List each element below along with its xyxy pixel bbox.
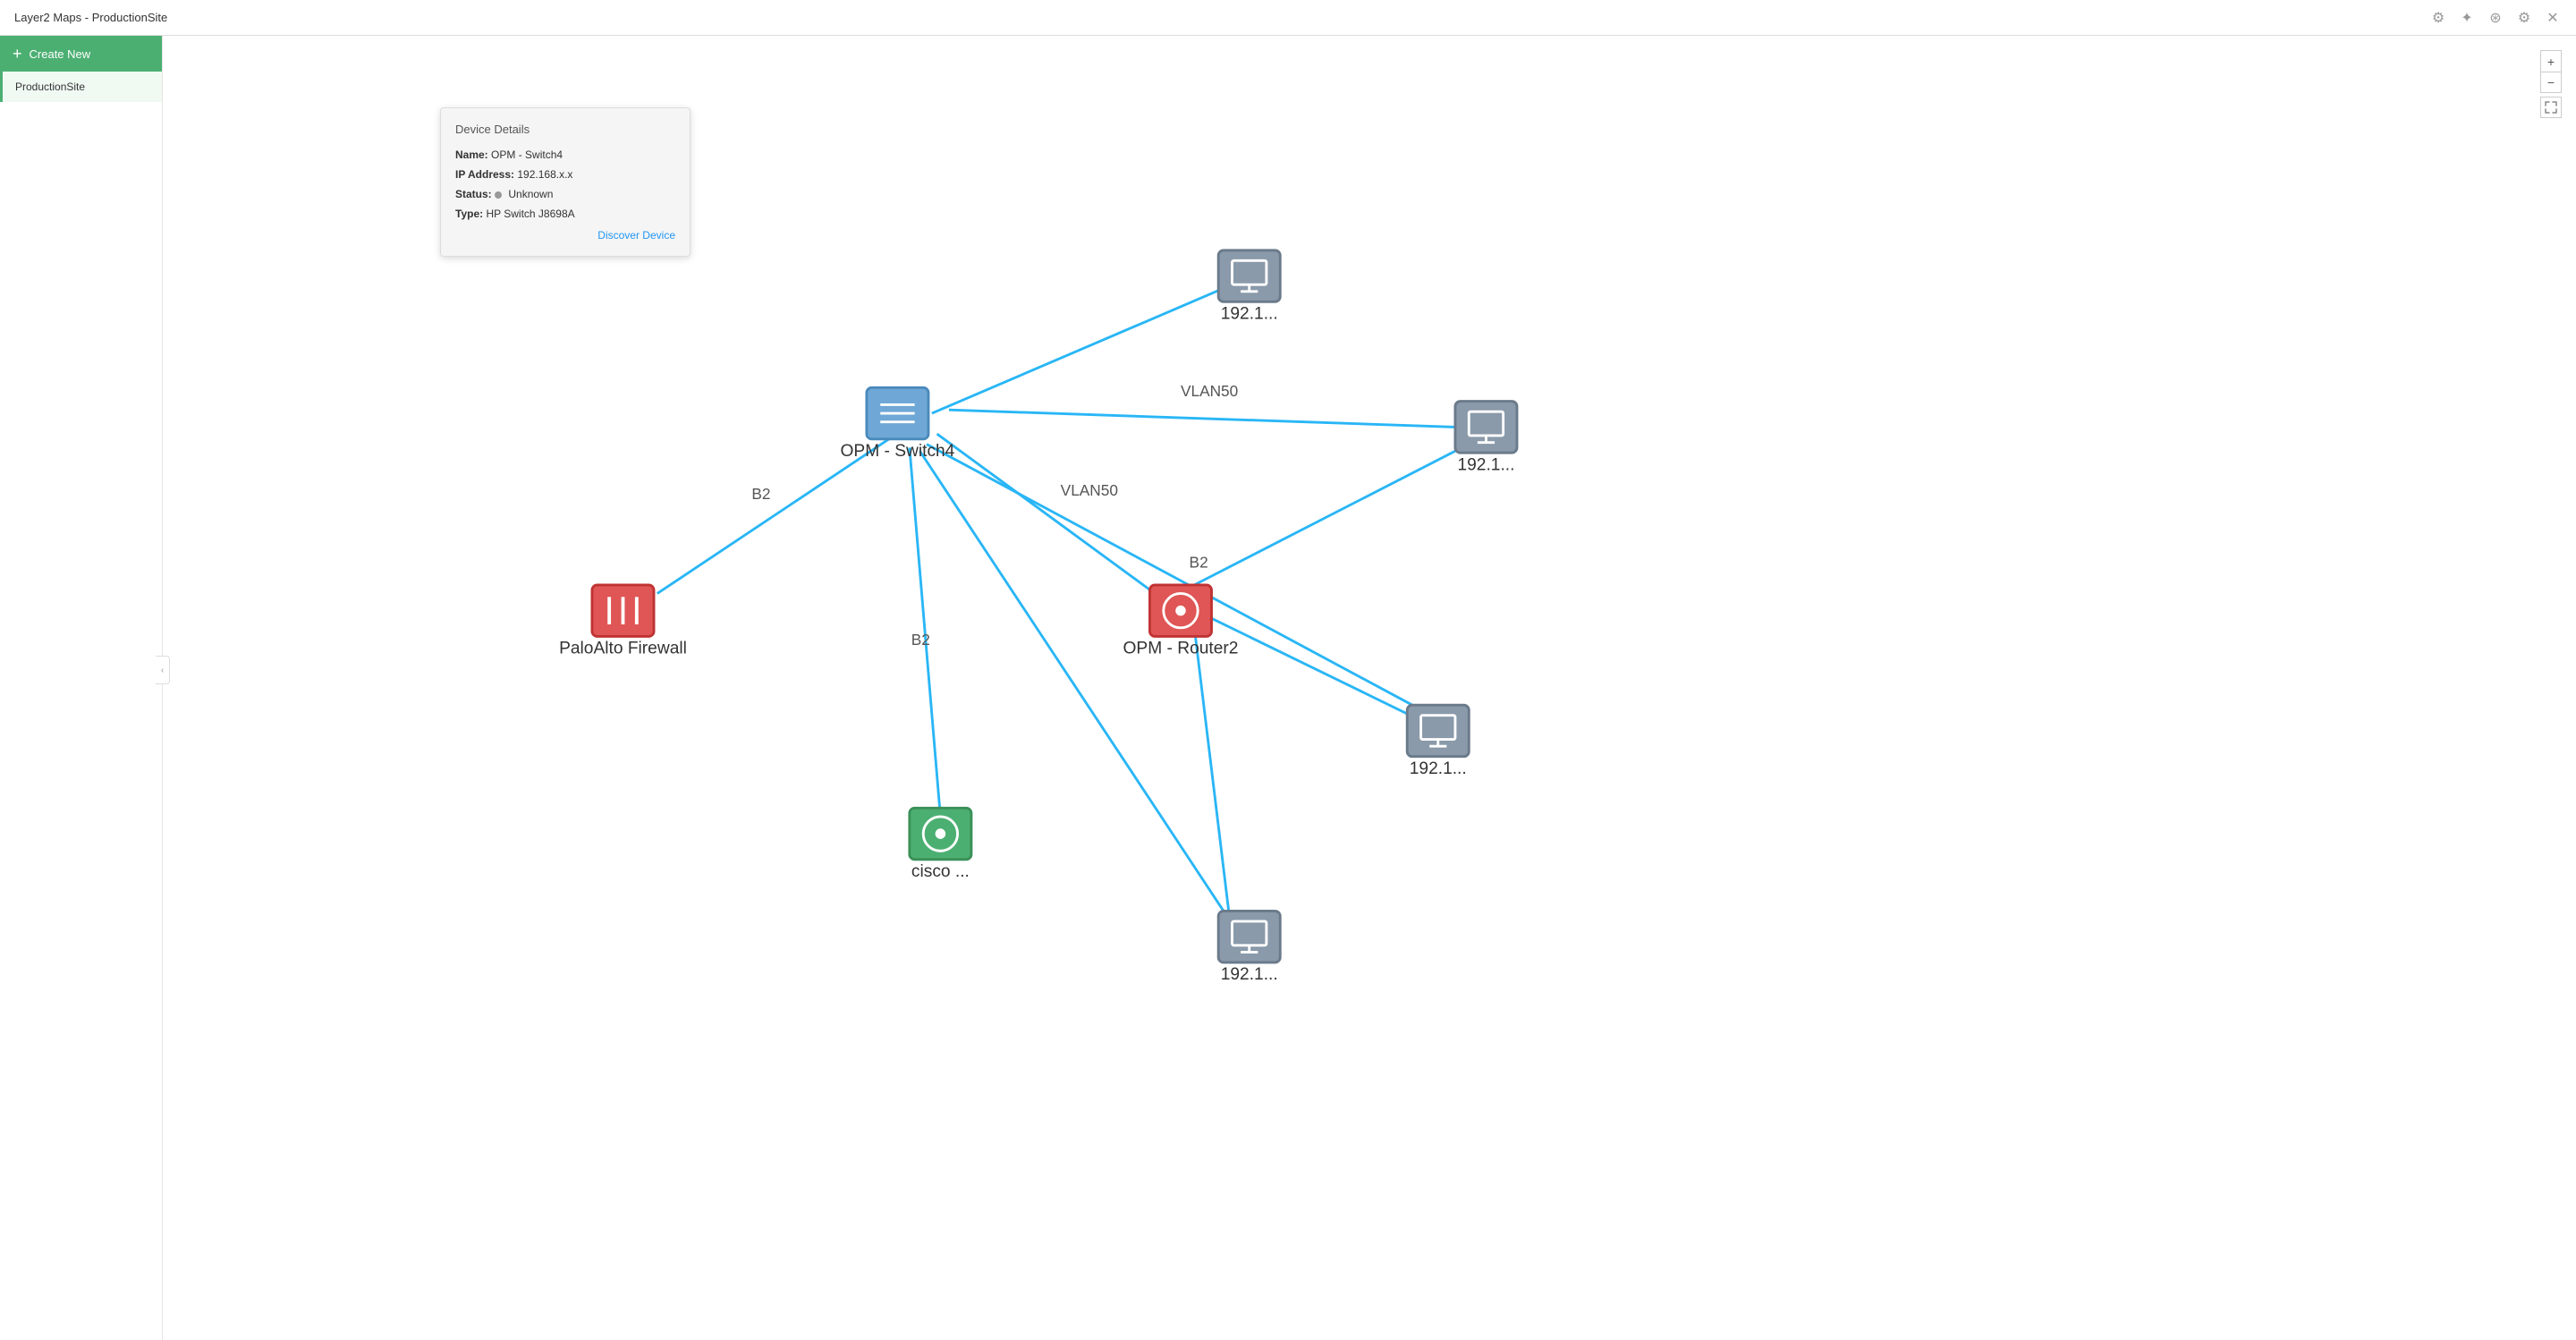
sidebar-item-productionsite[interactable]: ProductionSite — [0, 72, 162, 102]
node-device3[interactable]: 192.1... — [1407, 705, 1469, 778]
zoom-controls: + − — [2540, 50, 2562, 118]
node-device2[interactable]: 192.1... — [1455, 402, 1517, 475]
popup-ip-label: IP Address: — [455, 168, 514, 181]
popup-type-value: HP Switch J8698A — [486, 208, 574, 220]
node-switch4[interactable]: OPM - Switch4 — [841, 387, 955, 461]
popup-name-value: OPM - Switch4 — [491, 148, 563, 161]
node-router2-label: OPM - Router2 — [1123, 640, 1239, 658]
node-switch4-label: OPM - Switch4 — [841, 442, 955, 461]
popup-name-row: Name: OPM - Switch4 — [455, 148, 675, 161]
popup-ip-value: 192.168.x.x — [517, 168, 572, 181]
node-firewall[interactable]: PaloAlto Firewall — [559, 585, 687, 658]
node-device4[interactable]: 192.1... — [1218, 911, 1280, 984]
discover-device-link[interactable]: Discover Device — [455, 229, 675, 242]
edge-switch4-device2 — [949, 410, 1455, 427]
node-device2-label: 192.1... — [1457, 455, 1514, 474]
node-device3-label: 192.1... — [1410, 759, 1467, 778]
popup-title: Device Details — [455, 123, 675, 136]
sidebar: + Create New ProductionSite — [0, 36, 163, 1340]
popup-status-label: Status: — [455, 188, 492, 200]
sidebar-collapse-button[interactable]: ‹ — [156, 656, 170, 684]
sidebar-item-label: ProductionSite — [15, 81, 85, 93]
zoom-out-button[interactable]: − — [2540, 72, 2562, 93]
edge-switch4-router2 — [937, 434, 1156, 593]
create-new-label: Create New — [30, 47, 91, 61]
edge-switch4-firewall — [657, 439, 889, 594]
popup-status-row: Status: Unknown — [455, 188, 675, 200]
close-icon[interactable]: ✕ — [2544, 9, 2562, 27]
popup-name-label: Name: — [455, 148, 488, 161]
popup-status-value: Unknown — [508, 188, 553, 200]
main-layout: + Create New ProductionSite ‹ B2 VLAN50 … — [0, 36, 2576, 1340]
gear-icon[interactable]: ⚙ — [2515, 9, 2533, 27]
map-area[interactable]: B2 VLAN50 VLAN50 B2 B2 — [163, 36, 2576, 1340]
node-cisco-label: cisco ... — [911, 862, 970, 881]
header-icons: ⚙ ✦ ⊛ ⚙ ✕ — [2429, 9, 2576, 27]
network-icon[interactable]: ⊛ — [2487, 9, 2504, 27]
plus-icon: + — [13, 46, 22, 62]
node-cisco[interactable]: cisco ... — [910, 808, 971, 881]
edge-label-vlan50-router2: VLAN50 — [1061, 481, 1118, 499]
popup-type-row: Type: HP Switch J8698A — [455, 208, 675, 220]
edge-router2-device3 — [1207, 615, 1418, 718]
nodes-icon[interactable]: ✦ — [2458, 9, 2476, 27]
status-dot-icon — [495, 191, 502, 199]
device-details-popup: Device Details Name: OPM - Switch4 IP Ad… — [440, 107, 691, 257]
node-device1[interactable]: 192.1... — [1218, 250, 1280, 324]
edge-router2-device2 — [1194, 451, 1455, 585]
node-router2[interactable]: OPM - Router2 — [1123, 585, 1239, 658]
header: Layer2 Maps - ProductionSite ⚙ ✦ ⊛ ⚙ ✕ — [0, 0, 2576, 36]
edge-router2-device4 — [1194, 628, 1228, 912]
edge-label-vlan50-device2: VLAN50 — [1181, 382, 1238, 400]
node-firewall-label: PaloAlto Firewall — [559, 640, 687, 658]
edge-label-b2-cisco: B2 — [911, 631, 930, 649]
popup-type-label: Type: — [455, 208, 483, 220]
create-new-button[interactable]: + Create New — [0, 36, 162, 72]
collapse-icon: ‹ — [161, 666, 164, 675]
page-title: Layer2 Maps - ProductionSite — [0, 11, 2429, 24]
node-device4-label: 192.1... — [1221, 965, 1278, 984]
popup-ip-row: IP Address: 192.168.x.x — [455, 168, 675, 181]
fullscreen-icon — [2545, 101, 2557, 114]
fullscreen-button[interactable] — [2540, 97, 2562, 118]
edge-switch4-device3 — [927, 445, 1412, 706]
settings-icon[interactable]: ⚙ — [2429, 9, 2447, 27]
edge-label-b2-firewall: B2 — [751, 485, 770, 503]
zoom-in-button[interactable]: + — [2540, 50, 2562, 72]
edge-label-b2-device3: B2 — [1190, 554, 1208, 572]
node-device1-label: 192.1... — [1221, 305, 1278, 324]
